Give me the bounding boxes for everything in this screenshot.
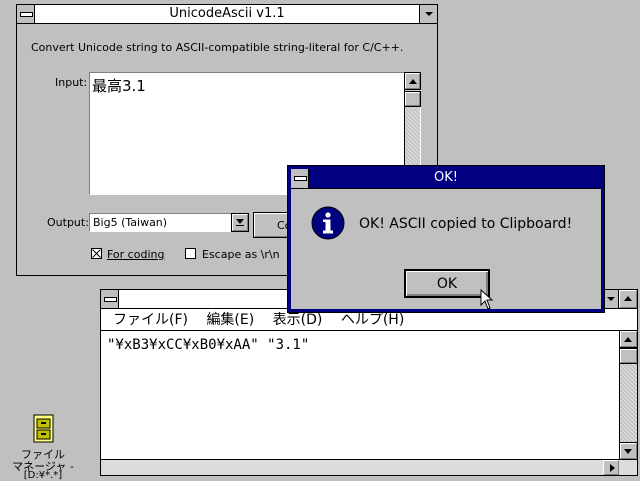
description-text: Convert Unicode string to ASCII-compatib… [31,41,404,54]
dialog-system-menu-button[interactable] [291,169,309,188]
menu-file[interactable]: ファイル(F) [113,312,188,328]
for-coding-checkbox[interactable] [91,248,102,259]
dialog-title-bar[interactable]: OK! [291,169,601,189]
title-bar[interactable]: UnicodeAscii v1.1 [17,5,437,24]
dropdown-arrow-icon[interactable] [231,213,249,232]
system-menu-button[interactable] [17,5,35,23]
dialog-message: OK! ASCII copied to Clipboard! [359,216,573,232]
copy-button[interactable]: Co [253,212,291,238]
editor-scroll-down-button[interactable] [619,442,638,460]
editor-menubar: ファイル(F) 編集(E) 表示(D) ヘルプ(H) [101,309,637,331]
editor-system-menu-button[interactable] [101,290,119,308]
escape-checkbox[interactable] [185,248,196,259]
file-cabinet-icon [33,414,54,443]
menu-edit[interactable]: 編集(E) [206,312,254,328]
editor-content: "¥xB3¥xCC¥xB0¥xAA" "3.1" [107,337,310,353]
editor-text-area[interactable]: "¥xB3¥xCC¥xB0¥xAA" "3.1" [101,331,620,459]
minimize-button[interactable] [419,5,437,23]
mouse-cursor-icon [480,289,494,310]
editor-scroll-thumb[interactable] [619,348,638,364]
for-coding-label[interactable]: For coding [107,248,164,261]
scroll-up-button[interactable] [404,72,421,90]
output-select-value: Big5 (Taiwan) [93,216,168,229]
editor-horizontal-scrollbar[interactable] [101,459,637,475]
editor-window: ファイル(F) 編集(E) 表示(D) ヘルプ(H) "¥xB3¥xCC¥xB0… [100,289,638,476]
output-label: Output: [47,216,89,229]
menu-help[interactable]: ヘルプ(H) [341,312,404,328]
input-label: Input: [55,76,88,89]
info-icon [311,206,345,240]
editor-scroll-right-button[interactable] [603,460,619,475]
ok-button[interactable]: OK [404,269,490,298]
editor-maximize-button[interactable] [619,290,637,308]
ok-button-label: OK [436,276,458,292]
ok-dialog: OK! OK! ASCII copied to Clipboard! OK [287,165,605,313]
file-manager-label-3: [D:¥*.*] [23,470,63,481]
menu-view[interactable]: 表示(D) [273,312,323,328]
file-manager-desktop-icon[interactable]: ファイル マネージャ - [D:¥*.*] [0,412,100,481]
output-select[interactable]: Big5 (Taiwan) [89,213,249,232]
dialog-title: OK! [434,170,458,185]
window-title: UnicodeAscii v1.1 [169,6,285,21]
editor-vertical-scrollbar[interactable] [619,330,638,460]
escape-label[interactable]: Escape as \r\n [202,248,280,261]
desktop: { "main_window": { "title": "UnicodeAsci… [0,0,640,481]
editor-scroll-up-button[interactable] [619,330,638,348]
scroll-thumb[interactable] [404,91,421,107]
input-text: 最高3.1 [92,77,146,95]
